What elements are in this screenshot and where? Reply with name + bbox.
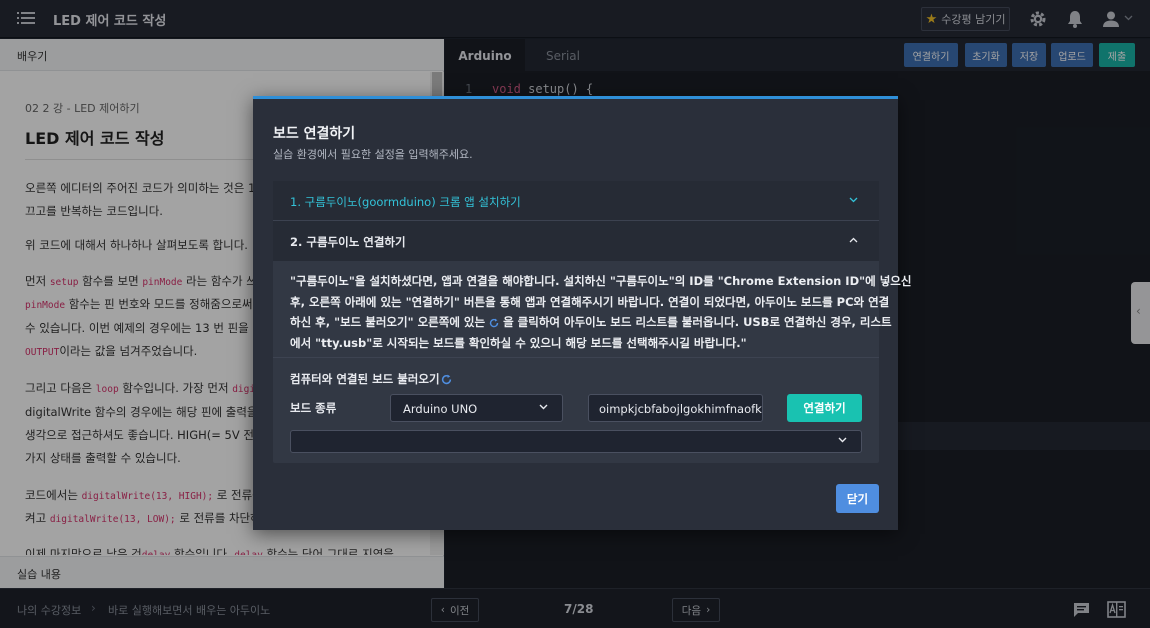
- modal-subtitle: 실습 환경에서 필요한 설정을 입력해주세요.: [273, 148, 473, 161]
- refresh-icon[interactable]: [441, 374, 452, 385]
- chevron-down-icon: [849, 197, 858, 203]
- accordion-section-connect[interactable]: 2. 구름두이노 연결하기: [273, 221, 879, 261]
- chevron-down-icon: [838, 437, 847, 443]
- refresh-icon: [489, 318, 499, 328]
- modal-title: 보드 연결하기: [273, 126, 356, 142]
- chevron-down-icon: [539, 404, 548, 410]
- accordion-section-install[interactable]: 1. 구름두이노(goormduino) 크롬 앱 설치하기: [273, 181, 879, 221]
- connect-instructions: "구름두이노"을 설치하셨다면, 앱과 연결을 해야합니다. 설치하신 "구름두…: [290, 274, 912, 351]
- board-type-label: 보드 종류: [290, 401, 337, 415]
- load-boards-label: 컴퓨터와 연결된 보드 불러오기: [290, 372, 440, 386]
- board-connect-modal: 보드 연결하기 실습 환경에서 필요한 설정을 입력해주세요. 1. 구름두이노…: [253, 96, 912, 530]
- connect-button[interactable]: 연결하기: [787, 394, 862, 422]
- board-type-select[interactable]: Arduino UNO: [390, 394, 563, 422]
- accordion-section-label: 2. 구름두이노 연결하기: [290, 235, 406, 249]
- close-button[interactable]: 닫기: [836, 484, 879, 513]
- accordion-section-label: 1. 구름두이노(goormduino) 크롬 앱 설치하기: [290, 195, 521, 209]
- accordion: 1. 구름두이노(goormduino) 크롬 앱 설치하기 2. 구름두이노 …: [273, 181, 912, 463]
- divider: [273, 357, 879, 358]
- board-list-select[interactable]: [290, 430, 862, 453]
- extension-id-input[interactable]: oimpkjcbfabojlgokhimfnaofk: [588, 394, 763, 422]
- chevron-up-icon: [849, 237, 858, 243]
